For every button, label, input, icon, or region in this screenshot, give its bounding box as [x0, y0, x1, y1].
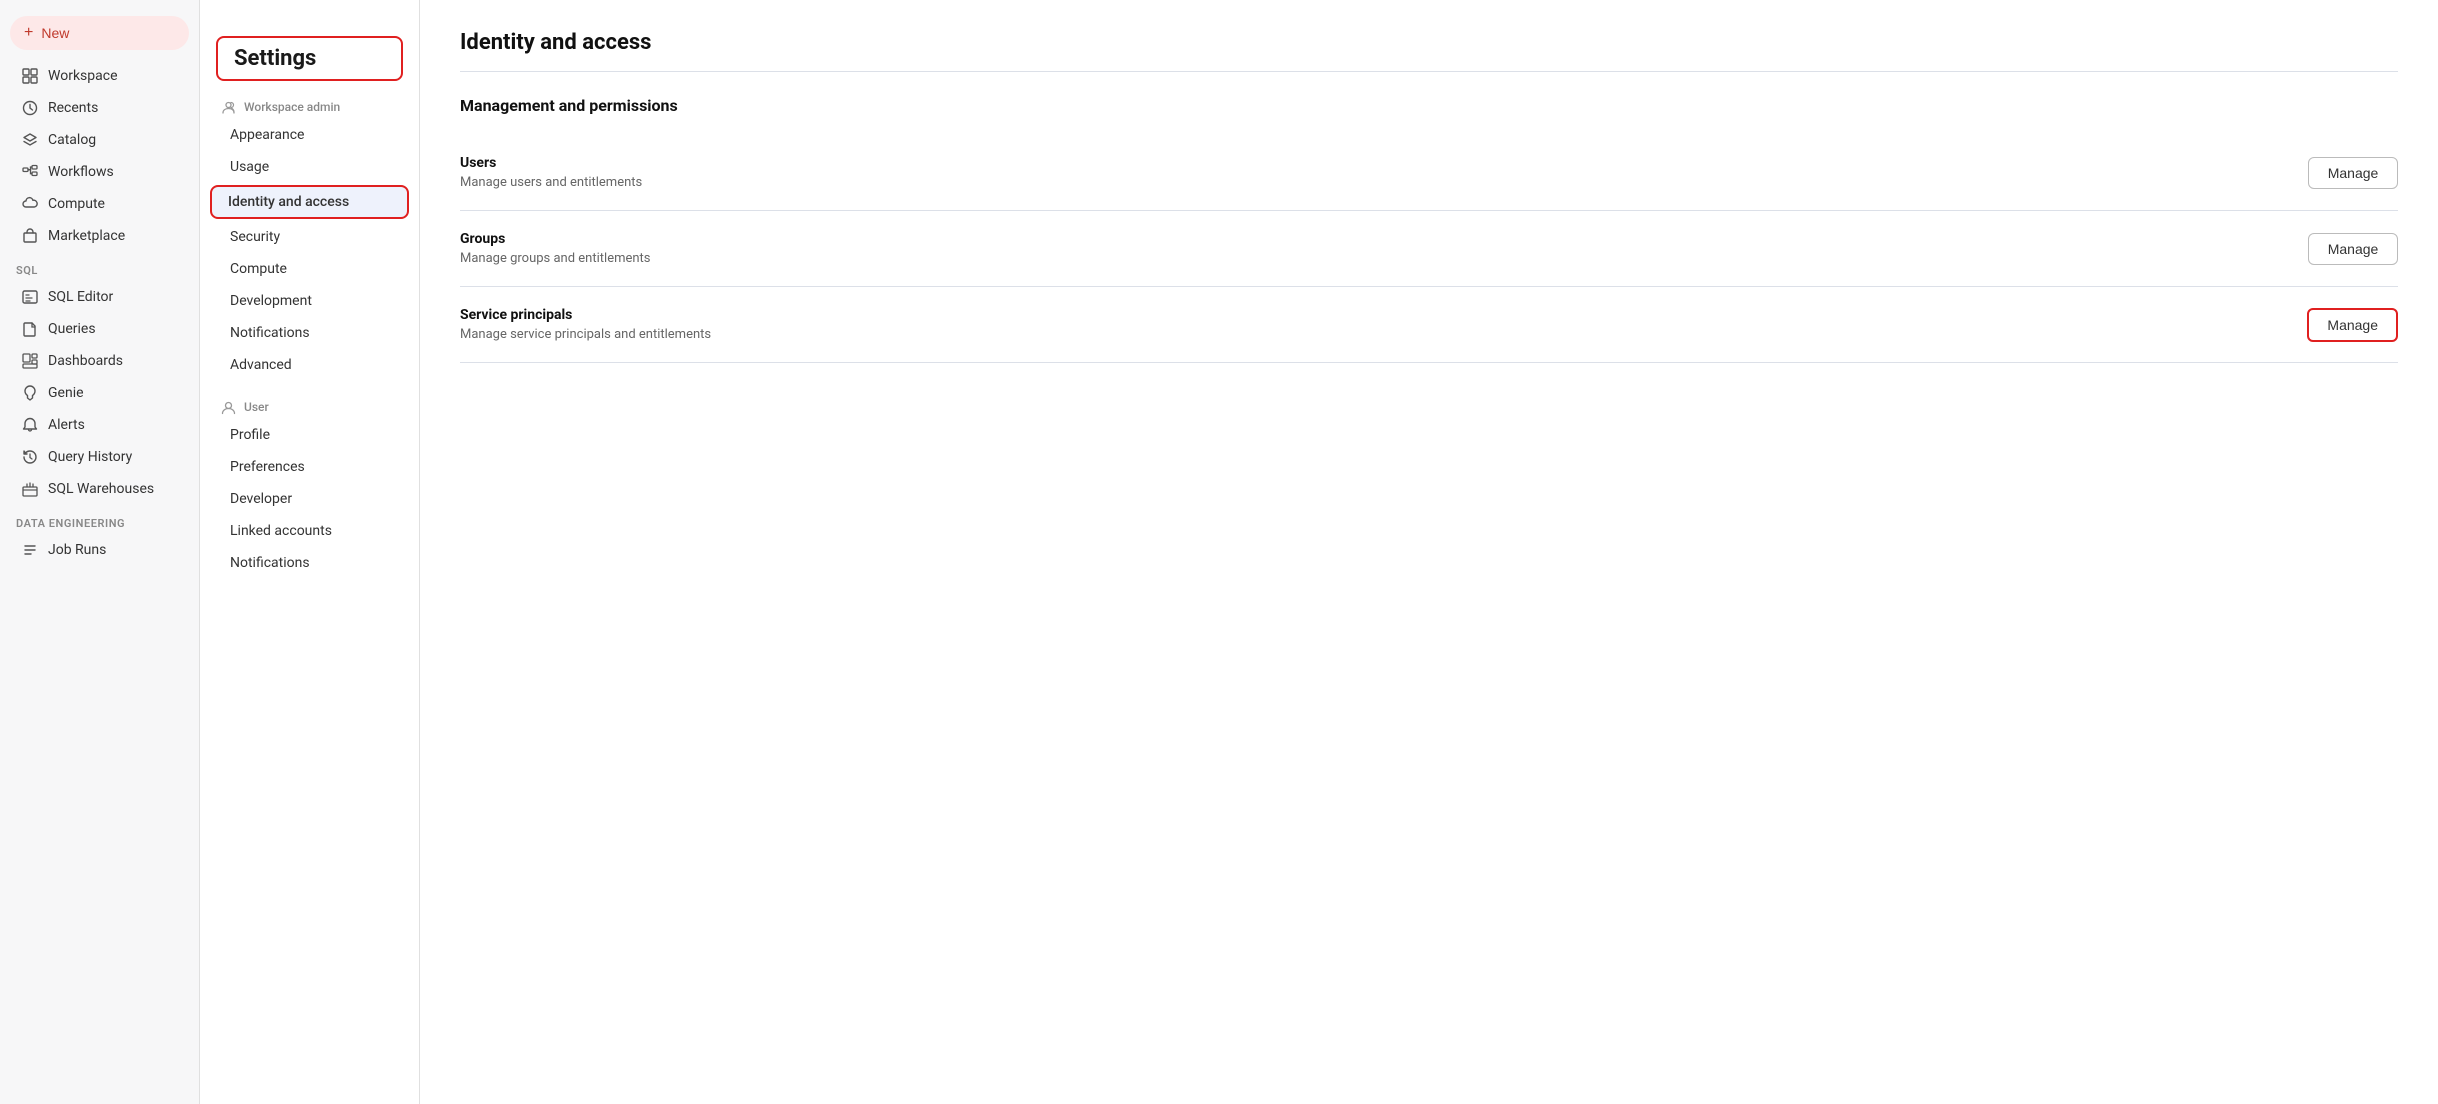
settings-item-compute[interactable]: Compute — [200, 253, 419, 285]
title-divider — [460, 71, 2398, 72]
users-title: Users — [460, 155, 642, 171]
users-info: Users Manage users and entitlements — [460, 155, 642, 190]
service-principals-title: Service principals — [460, 307, 711, 323]
sidebar-item-sql-warehouses-label: SQL Warehouses — [48, 481, 154, 497]
sidebar-item-recents-label: Recents — [48, 100, 98, 116]
sidebar-item-job-runs[interactable]: Job Runs — [6, 535, 193, 565]
sidebar-item-catalog[interactable]: Catalog — [6, 125, 193, 155]
sidebar-item-alerts-label: Alerts — [48, 417, 85, 433]
dashboard-icon — [22, 353, 38, 369]
settings-item-advanced[interactable]: Advanced — [200, 349, 419, 381]
sidebar-item-sql-editor-label: SQL Editor — [48, 289, 113, 305]
service-principals-description: Manage service principals and entitlemen… — [460, 327, 711, 342]
page-title: Identity and access — [460, 30, 2398, 55]
sidebar-item-query-history[interactable]: Query History — [6, 442, 193, 472]
workspace-admin-section: Workspace admin — [200, 91, 419, 119]
users-management-item: Users Manage users and entitlements Mana… — [460, 135, 2398, 211]
sidebar-item-compute-label: Compute — [48, 196, 105, 212]
layers-icon — [22, 132, 38, 148]
sidebar-item-queries[interactable]: Queries — [6, 314, 193, 344]
plus-icon: + — [24, 24, 33, 42]
user-section-label: User — [244, 400, 269, 414]
clock-icon — [22, 100, 38, 116]
data-engineering-section-label: Data Engineering — [0, 505, 199, 534]
queries-icon — [22, 321, 38, 337]
bell-icon — [22, 417, 38, 433]
workspace-icon — [22, 68, 38, 84]
settings-item-development[interactable]: Development — [200, 285, 419, 317]
groups-description: Manage groups and entitlements — [460, 251, 651, 266]
settings-item-developer[interactable]: Developer — [200, 483, 419, 515]
settings-panel: Settings Workspace admin Appearance Usag… — [200, 0, 420, 1104]
sidebar-item-genie-label: Genie — [48, 385, 84, 401]
user-section: User — [200, 391, 419, 419]
settings-item-appearance[interactable]: Appearance — [200, 119, 419, 151]
settings-item-notifications-user[interactable]: Notifications — [200, 547, 419, 579]
service-principals-info: Service principals Manage service princi… — [460, 307, 711, 342]
settings-item-usage[interactable]: Usage — [200, 151, 419, 183]
warehouse-icon — [22, 481, 38, 497]
list-icon — [22, 542, 38, 558]
sidebar-item-dashboards[interactable]: Dashboards — [6, 346, 193, 376]
settings-item-identity-access[interactable]: Identity and access — [210, 185, 409, 219]
new-button-label: New — [41, 25, 69, 41]
groups-title: Groups — [460, 231, 651, 247]
sidebar-item-workflows-label: Workflows — [48, 164, 114, 180]
settings-item-notifications[interactable]: Notifications — [200, 317, 419, 349]
sidebar-item-genie[interactable]: Genie — [6, 378, 193, 408]
settings-item-linked-accounts[interactable]: Linked accounts — [200, 515, 419, 547]
sidebar-item-query-history-label: Query History — [48, 449, 132, 465]
sidebar-item-marketplace-label: Marketplace — [48, 228, 125, 244]
users-manage-button[interactable]: Manage — [2308, 157, 2398, 189]
sidebar-item-compute[interactable]: Compute — [6, 189, 193, 219]
users-description: Manage users and entitlements — [460, 175, 642, 190]
store-icon — [22, 228, 38, 244]
section-title: Management and permissions — [460, 96, 2398, 115]
workspace-admin-label: Workspace admin — [244, 100, 340, 114]
sidebar-item-workspace-label: Workspace — [48, 68, 118, 84]
cloud-icon — [22, 196, 38, 212]
new-button[interactable]: + New — [10, 16, 189, 50]
sidebar-item-alerts[interactable]: Alerts — [6, 410, 193, 440]
settings-item-profile[interactable]: Profile — [200, 419, 419, 451]
history-icon — [22, 449, 38, 465]
main-content: Identity and access Management and permi… — [420, 0, 2438, 1104]
sidebar-item-workflows[interactable]: Workflows — [6, 157, 193, 187]
sql-section-label: SQL — [0, 252, 199, 281]
sidebar-item-workspace[interactable]: Workspace — [6, 61, 193, 91]
user-icon — [220, 399, 236, 415]
groups-management-item: Groups Manage groups and entitlements Ma… — [460, 211, 2398, 287]
sidebar-item-marketplace[interactable]: Marketplace — [6, 221, 193, 251]
workflow-icon — [22, 164, 38, 180]
sidebar-item-queries-label: Queries — [48, 321, 96, 337]
sidebar-item-job-runs-label: Job Runs — [48, 542, 106, 558]
sidebar-item-recents[interactable]: Recents — [6, 93, 193, 123]
service-principals-manage-button[interactable]: Manage — [2307, 308, 2398, 342]
service-principals-management-item: Service principals Manage service princi… — [460, 287, 2398, 363]
groups-info: Groups Manage groups and entitlements — [460, 231, 651, 266]
sidebar-item-catalog-label: Catalog — [48, 132, 96, 148]
groups-manage-button[interactable]: Manage — [2308, 233, 2398, 265]
left-sidebar: + New Workspace Recents — [0, 0, 200, 1104]
sidebar-item-sql-editor[interactable]: SQL Editor — [6, 282, 193, 312]
sidebar-item-sql-warehouses[interactable]: SQL Warehouses — [6, 474, 193, 504]
settings-item-preferences[interactable]: Preferences — [200, 451, 419, 483]
settings-item-security[interactable]: Security — [200, 221, 419, 253]
sql-editor-icon — [22, 289, 38, 305]
workspace-admin-icon — [220, 99, 236, 115]
genie-icon — [22, 385, 38, 401]
sidebar-item-dashboards-label: Dashboards — [48, 353, 123, 369]
settings-title: Settings — [216, 36, 403, 81]
